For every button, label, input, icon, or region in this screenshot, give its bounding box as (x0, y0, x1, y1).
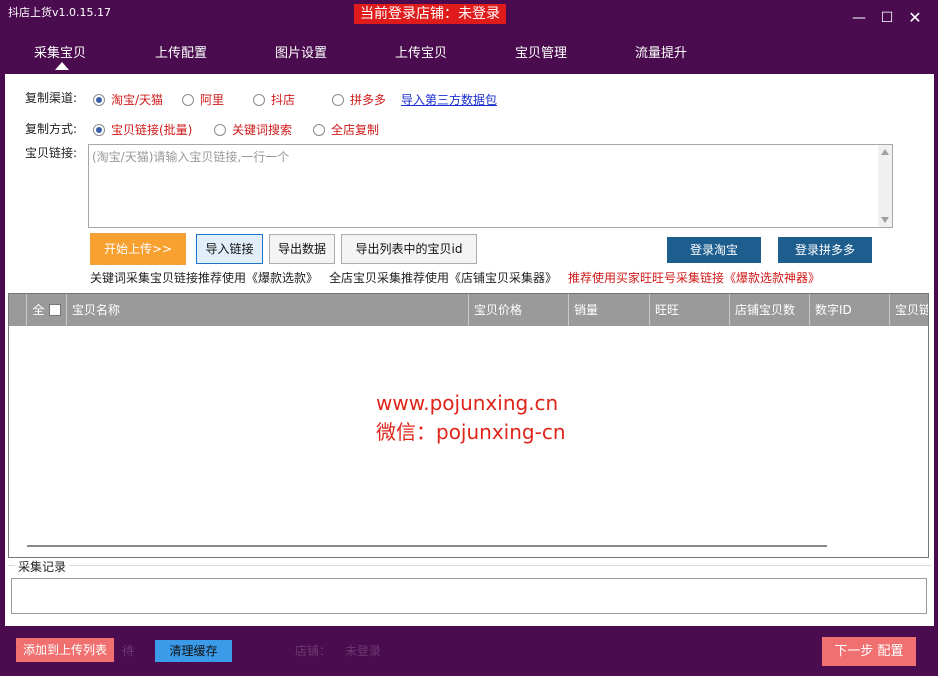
column-wangwang[interactable]: 旺旺 (650, 294, 730, 326)
maximize-icon[interactable]: ☐ (879, 10, 895, 26)
radio-icon (313, 123, 325, 136)
active-tab-indicator (55, 62, 69, 70)
tip-shop: 全店宝贝采集推荐使用《店铺宝贝采集器》 (329, 271, 558, 285)
channel-radio-taobao[interactable]: 淘宝/天猫 (93, 91, 163, 108)
collect-panel: 复制渠道: 淘宝/天猫 阿里 抖店 拼多多 导入第三方数据包 复制方式: 宝贝链… (5, 74, 934, 672)
tab-image-settings[interactable]: 图片设置 (256, 42, 346, 61)
column-item-name[interactable]: 宝贝名称 (67, 294, 469, 326)
channel-radio-douyin[interactable]: 抖店 (253, 91, 295, 108)
channel-radio-pdd[interactable]: 拼多多 (332, 91, 386, 108)
radio-icon (182, 93, 194, 106)
radio-icon (253, 93, 265, 106)
app-window: 抖店上货v1.0.15.17 当前登录店铺：未登录 — ☐ ✕ 采集宝贝 上传配… (0, 0, 938, 676)
collect-log-title: 采集记录 (15, 558, 70, 575)
collect-log-group: 采集记录 (8, 558, 931, 620)
column-item-link[interactable]: 宝贝链 (890, 294, 928, 326)
footer-bar: 添加到上传列表 待 清理缓存 店铺： 未登录 下一步 配置 (5, 626, 934, 672)
export-ids-button[interactable]: 导出列表中的宝贝id (341, 234, 477, 264)
method-radio-links[interactable]: 宝贝链接(批量) (93, 121, 192, 138)
collect-log-box[interactable] (11, 578, 927, 614)
clear-cache-button[interactable]: 清理缓存 (155, 640, 232, 662)
table-horizontal-scrollbar[interactable] (27, 545, 827, 547)
export-data-button[interactable]: 导出数据 (269, 234, 335, 264)
item-links-placeholder: (淘宝/天猫)请输入宝贝链接,一行一个 (92, 150, 290, 164)
main-menu: 采集宝贝 上传配置 图片设置 上传宝贝 宝贝管理 流量提升 (0, 36, 938, 72)
select-all-cell[interactable]: 全 (27, 294, 67, 326)
textarea-scrollbar[interactable] (878, 145, 892, 227)
title-bar: 抖店上货v1.0.15.17 当前登录店铺：未登录 — ☐ ✕ (0, 0, 938, 36)
item-links-textarea[interactable]: (淘宝/天猫)请输入宝贝链接,一行一个 (88, 144, 893, 228)
login-status-badge: 当前登录店铺：未登录 (354, 4, 506, 24)
app-title: 抖店上货v1.0.15.17 (8, 6, 111, 19)
import-third-party-link[interactable]: 导入第三方数据包 (401, 91, 497, 108)
tip-keyword: 关键词采集宝贝链接推荐使用《爆款选款》 (90, 271, 319, 285)
select-all-label: 全 (32, 303, 45, 317)
minimize-icon[interactable]: — (851, 10, 867, 26)
channel-radio-ali[interactable]: 阿里 (182, 91, 224, 108)
tab-item-management[interactable]: 宝贝管理 (496, 42, 586, 61)
column-shop-item-count[interactable]: 店铺宝贝数 (730, 294, 810, 326)
column-price[interactable]: 宝贝价格 (469, 294, 569, 326)
radio-icon (332, 93, 344, 106)
links-label: 宝贝链接: (25, 146, 78, 160)
scroll-up-icon[interactable] (881, 149, 889, 155)
tab-upload-items[interactable]: 上传宝贝 (376, 42, 466, 61)
radio-icon (214, 123, 226, 136)
pending-label: 待 (122, 644, 135, 658)
channel-label: 复制渠道: (25, 91, 78, 105)
table-header: 全 宝贝名称 宝贝价格 销量 旺旺 店铺宝贝数 数字ID 宝贝链 (9, 294, 928, 326)
tab-collect[interactable]: 采集宝贝 (15, 42, 105, 61)
footer-login-status: 未登录 (345, 644, 382, 658)
scroll-down-icon[interactable] (881, 217, 889, 223)
column-sales[interactable]: 销量 (569, 294, 650, 326)
tab-traffic-boost[interactable]: 流量提升 (616, 42, 706, 61)
footer-shop-label: 店铺： (295, 644, 332, 658)
radio-checked-icon (93, 93, 105, 106)
add-to-upload-list-button[interactable]: 添加到上传列表 (16, 638, 114, 662)
tip-buyer: 推荐使用买家旺旺号采集链接《爆款选款神器》 (568, 271, 821, 285)
watermark-url: www.pojunxing.cn (376, 391, 559, 415)
column-numeric-id[interactable]: 数字ID (810, 294, 890, 326)
method-label: 复制方式: (25, 122, 78, 136)
watermark-wechat: 微信：pojunxing-cn (376, 420, 566, 444)
tab-upload-config[interactable]: 上传配置 (136, 42, 226, 61)
next-step-config-button[interactable]: 下一步 配置 (822, 637, 916, 666)
method-radio-whole-shop[interactable]: 全店复制 (313, 121, 379, 138)
radio-checked-icon (93, 123, 105, 136)
login-pdd-button[interactable]: 登录拼多多 (778, 237, 872, 263)
close-icon[interactable]: ✕ (907, 10, 923, 26)
start-upload-button[interactable]: 开始上传>> (90, 233, 186, 265)
method-radio-keyword[interactable]: 关键词搜索 (214, 121, 292, 138)
import-links-button[interactable]: 导入链接 (196, 234, 263, 264)
row-header-cell (9, 294, 27, 326)
watermark: www.pojunxing.cn 微信：pojunxing-cn (376, 389, 566, 447)
login-taobao-button[interactable]: 登录淘宝 (667, 237, 761, 263)
select-all-checkbox[interactable] (48, 304, 61, 316)
